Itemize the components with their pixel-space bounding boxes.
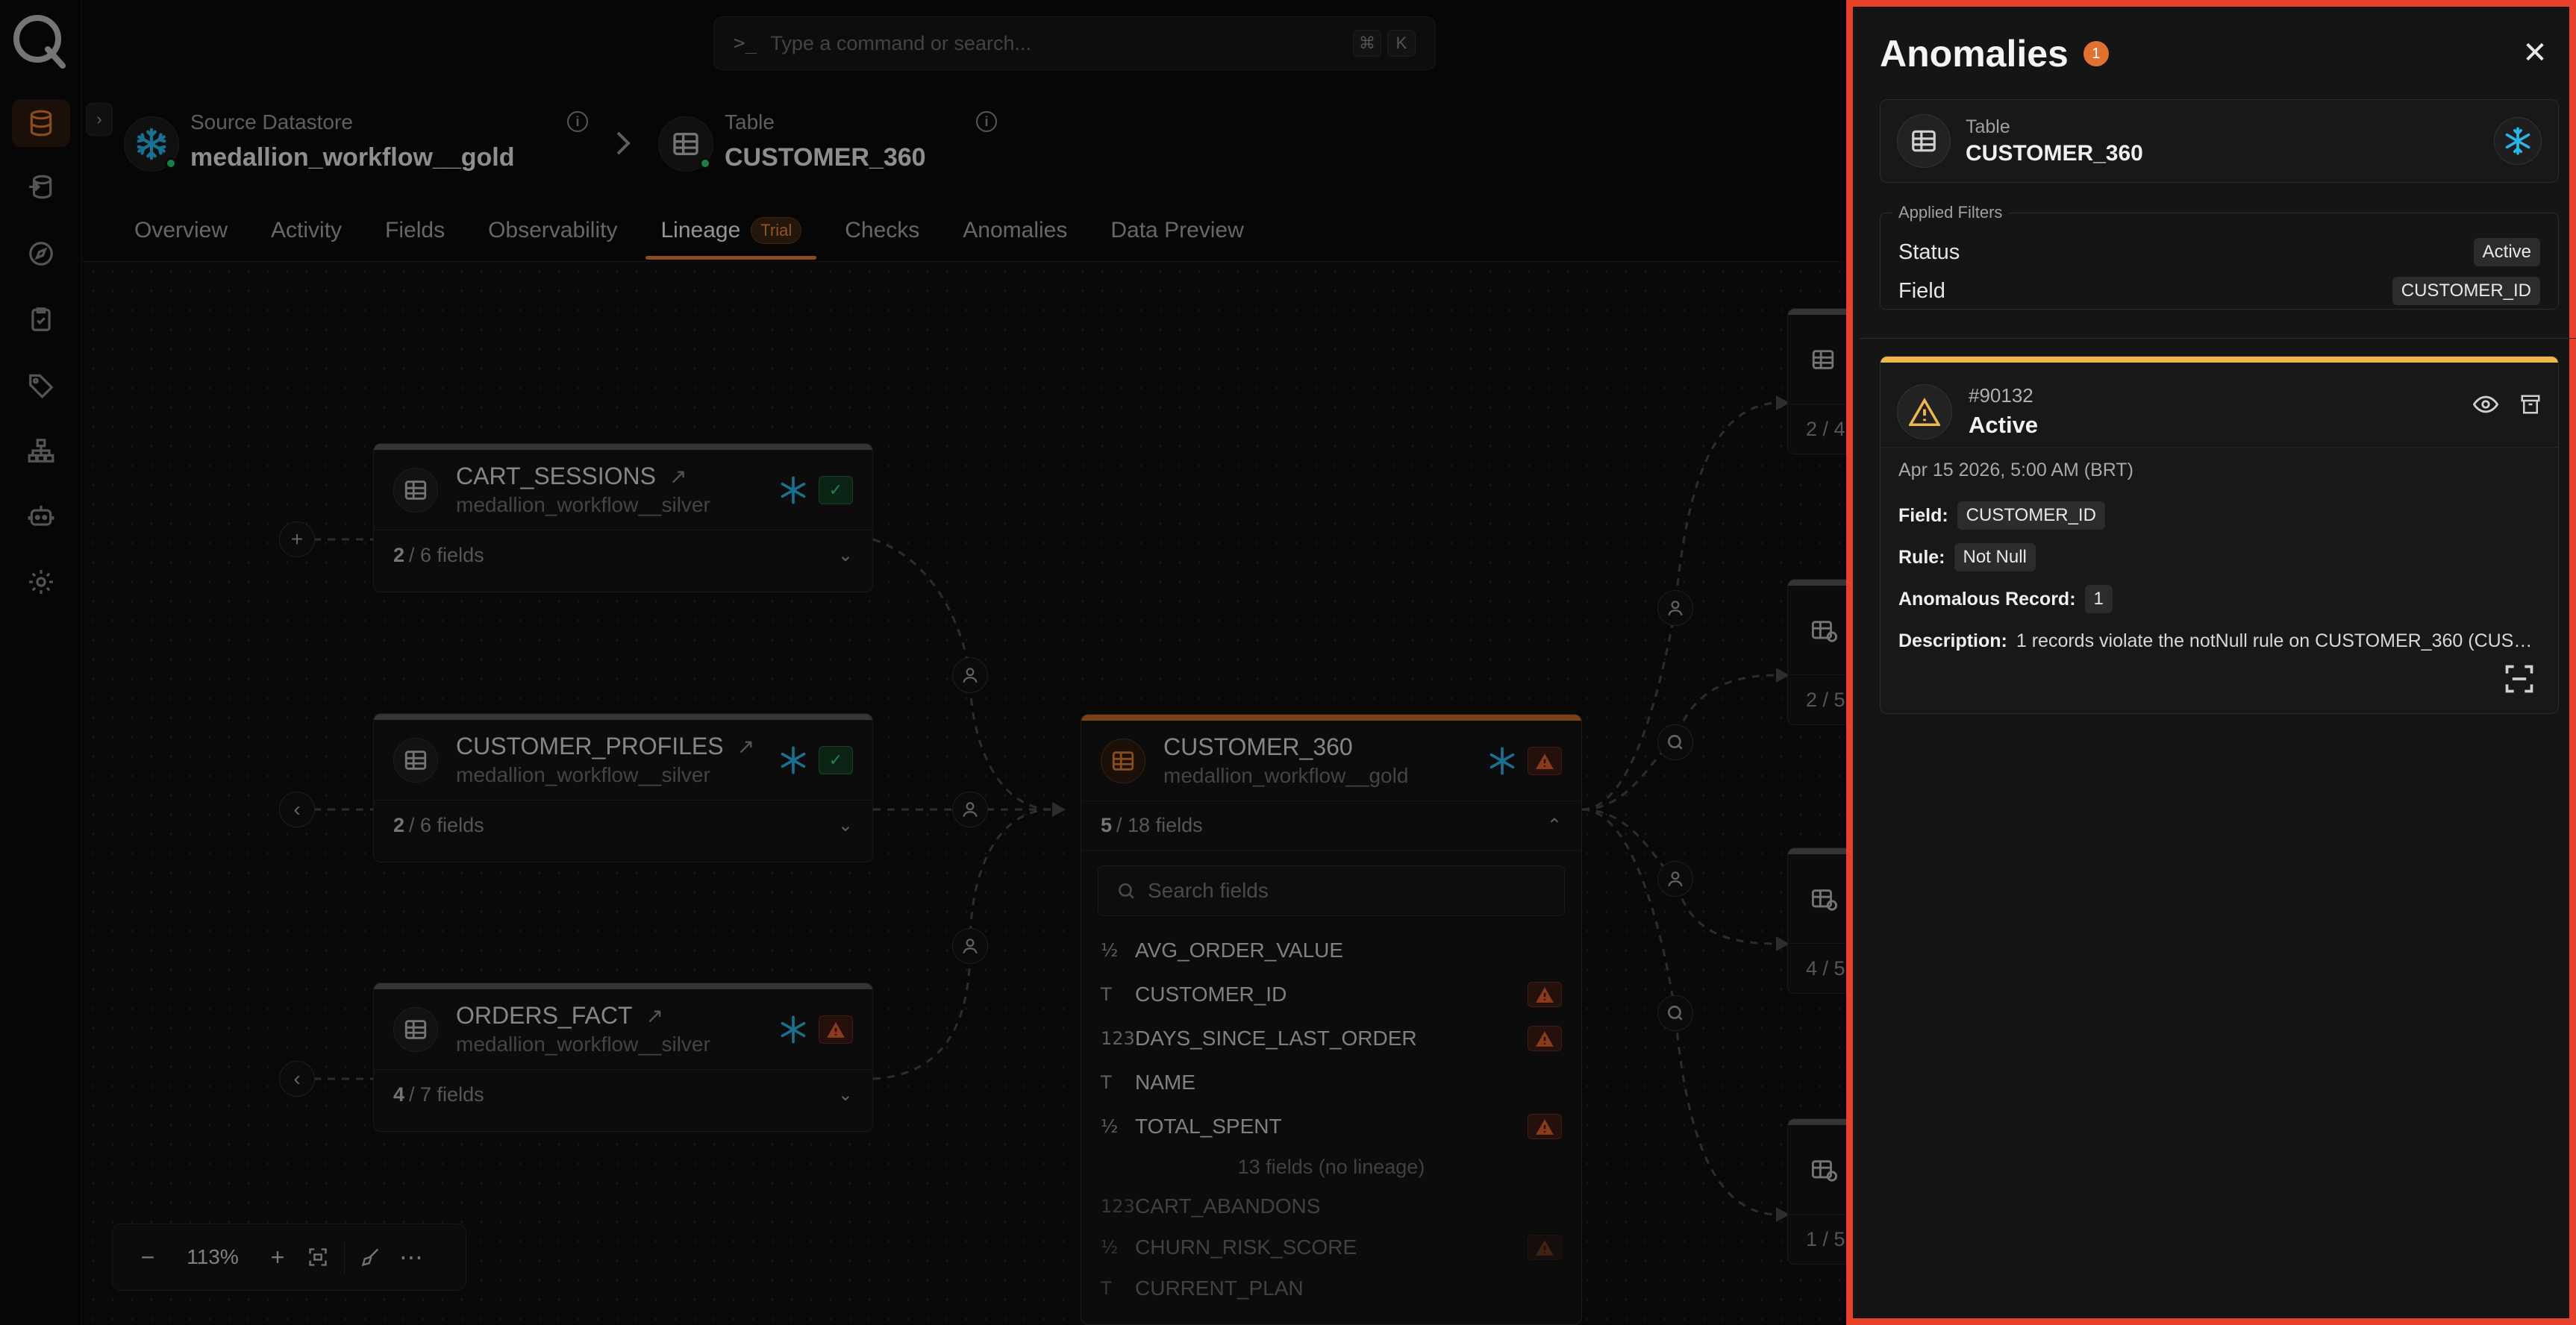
description-text: 1 records violate the notNull rule on CU…	[2016, 630, 2540, 651]
drawer-table-card: Table CUSTOMER_360	[1880, 99, 2559, 183]
anomaly-card-header: #90132 Active	[1881, 363, 2558, 448]
view-eye-icon[interactable]	[2473, 392, 2498, 417]
severity-bar	[1881, 357, 2558, 363]
anomaly-records-row: Anomalous Record: 1	[1898, 578, 2540, 620]
drawer-table-label: Table	[1966, 116, 2010, 137]
records-chip: 1	[2084, 585, 2113, 613]
filter-key: Field	[1898, 278, 1945, 303]
anomaly-count-badge: 1	[2083, 41, 2109, 66]
filter-value-chip: CUSTOMER_ID	[2392, 277, 2540, 305]
filter-key: Status	[1898, 239, 1960, 264]
anomaly-status: Active	[1969, 412, 2039, 438]
snowflake-icon	[2494, 117, 2542, 165]
warning-triangle-icon	[1897, 383, 1952, 439]
filter-row-status: Status Active	[1898, 233, 2540, 272]
anomaly-field-row: Field: CUSTOMER_ID	[1898, 495, 2540, 536]
drawer-title-text: Anomalies	[1880, 33, 2069, 75]
filter-value-chip: Active	[2473, 238, 2540, 266]
drawer-title: Anomalies 1	[1880, 32, 2109, 75]
field-chip: CUSTOMER_ID	[1957, 501, 2105, 530]
rule-chip: Not Null	[1954, 543, 2036, 571]
anomalies-drawer: Anomalies 1 ✕ Table CUSTOMER_360 Applied…	[1846, 0, 2576, 1325]
anomaly-card[interactable]: #90132 Active Apr 15 2026, 5:00 AM (BRT)…	[1880, 356, 2559, 714]
archive-icon[interactable]	[2519, 393, 2542, 416]
anomaly-date: Apr 15 2026, 5:00 AM (BRT)	[1898, 460, 2133, 480]
modal-backdrop[interactable]	[0, 0, 1846, 1325]
records-label: Anomalous Record:	[1898, 588, 2076, 610]
anomaly-rule-row: Rule: Not Null	[1898, 536, 2540, 578]
applied-filters-legend: Applied Filters	[1892, 203, 2009, 222]
applied-filters: Applied Filters Status Active Field CUST…	[1880, 203, 2559, 310]
field-label: Field:	[1898, 504, 1948, 526]
drawer-divider	[1860, 338, 2576, 339]
rule-label: Rule:	[1898, 546, 1945, 568]
anomaly-description-row: Description: 1 records violate the notNul…	[1898, 620, 2540, 662]
filter-row-field: Field CUSTOMER_ID	[1898, 272, 2540, 310]
table-icon	[1897, 114, 1951, 168]
description-label: Description:	[1898, 630, 2007, 651]
close-icon[interactable]: ✕	[2517, 35, 2553, 71]
expand-fullscreen-icon[interactable]	[2503, 662, 2536, 695]
drawer-table-name: CUSTOMER_360	[1966, 140, 2143, 166]
anomaly-id: #90132	[1969, 384, 2033, 407]
